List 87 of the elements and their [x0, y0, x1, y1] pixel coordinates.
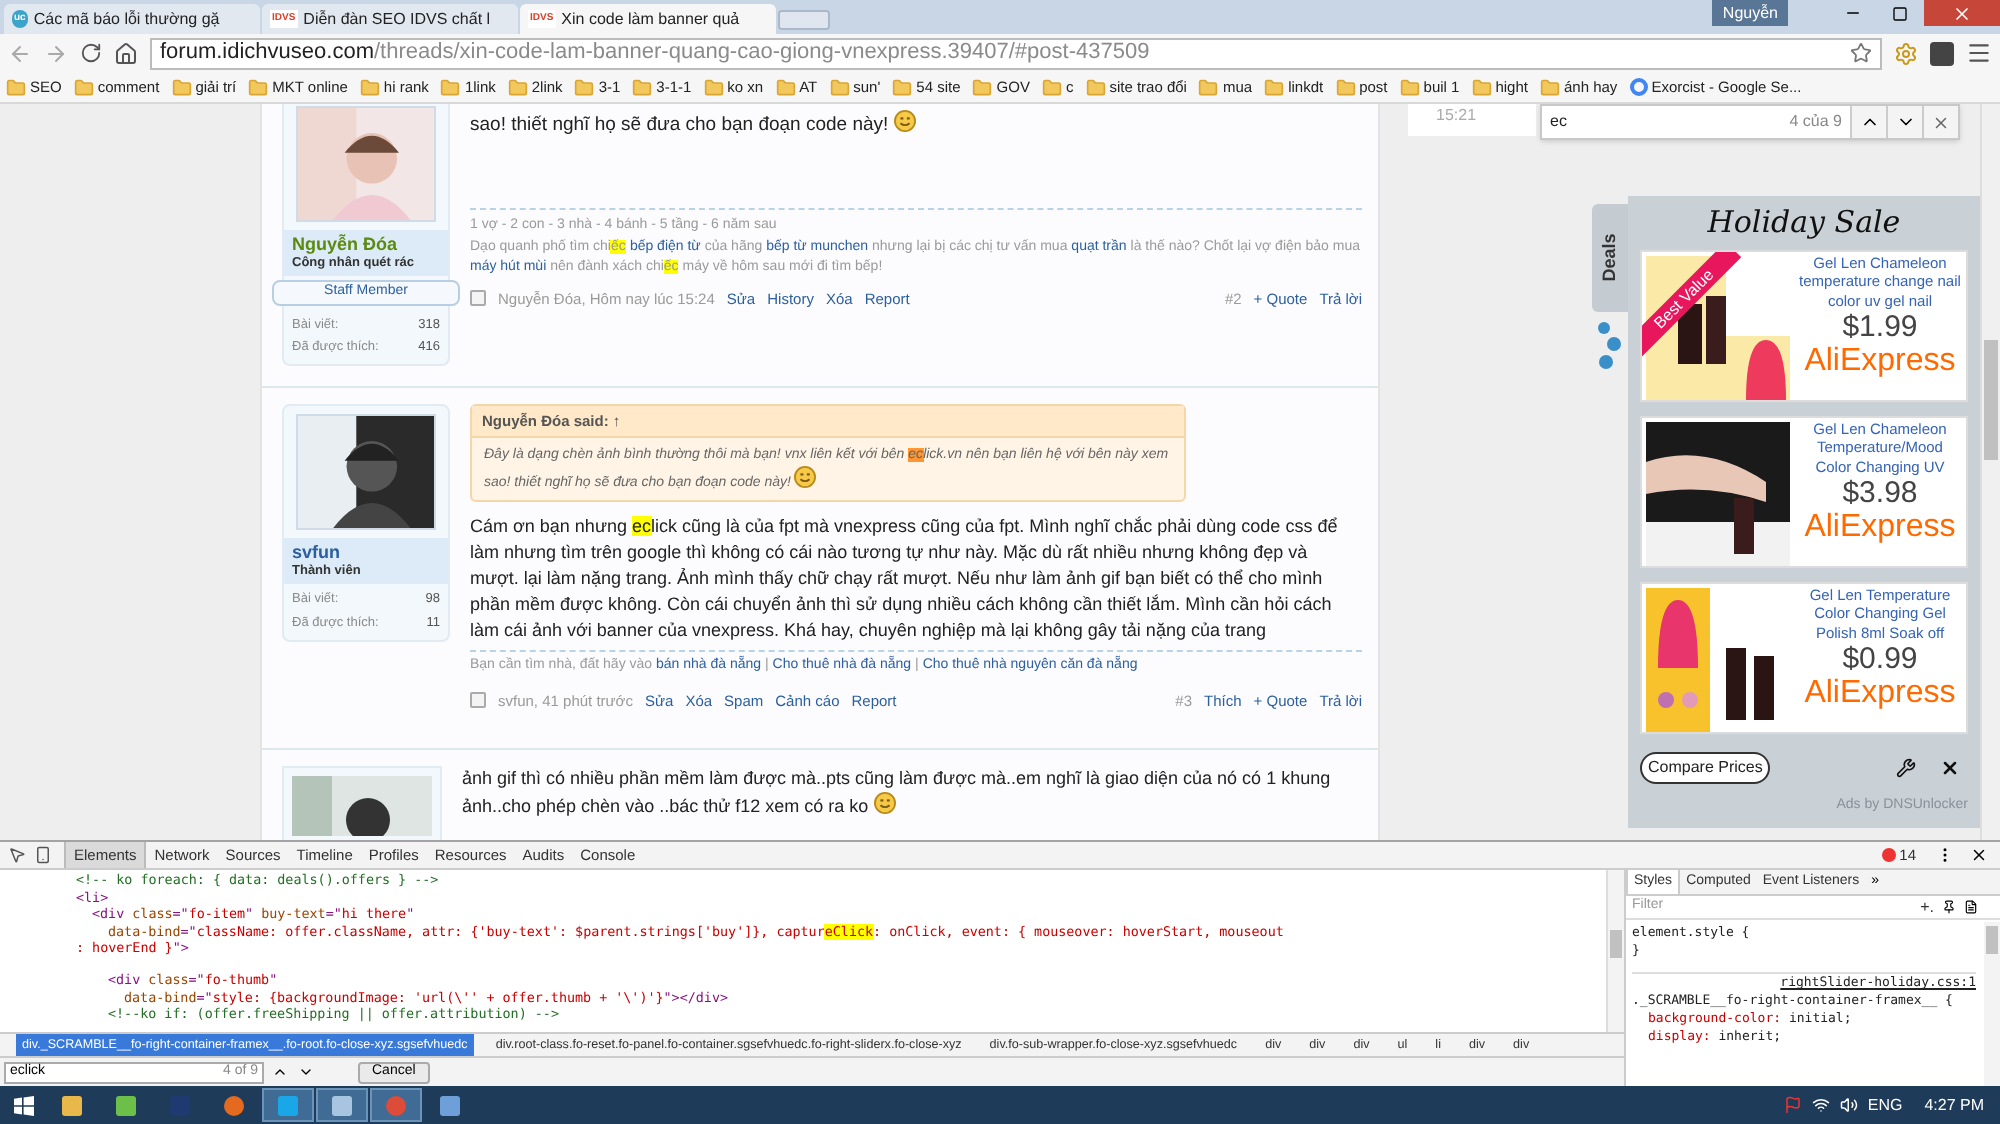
folder-icon [632, 77, 653, 97]
maximize-icon [1892, 5, 1908, 21]
close-icon[interactable] [1940, 757, 1960, 777]
language-indicator[interactable]: ENG [1867, 1093, 1903, 1117]
scrollbar[interactable] [1984, 922, 2000, 1086]
clock[interactable]: 4:27 PM [1924, 1093, 1984, 1117]
smiley-icon [873, 792, 896, 814]
app-icon [330, 1093, 354, 1117]
smiley-icon [794, 466, 817, 489]
find-count: 4 của 9 [1789, 110, 1842, 134]
folder-icon [507, 77, 528, 97]
folder-icon [73, 77, 94, 97]
address-field[interactable]: forum.idichvuseo.com/threads/xin-code-lam-banner-quang-cao-giong-vnexpress.39407/#post-437509 [150, 37, 1882, 69]
app-icon [384, 1093, 408, 1117]
volume-icon[interactable] [1839, 1096, 1858, 1114]
network-icon[interactable] [1811, 1096, 1830, 1114]
close-icon [1952, 3, 1972, 23]
flag-icon[interactable] [1783, 1096, 1802, 1114]
folder-icon [1198, 77, 1219, 97]
compare-prices-button[interactable]: Compare Prices [1640, 751, 1771, 783]
find-field[interactable]: ec 4 của 9 [1542, 106, 1850, 138]
folder-icon [703, 77, 724, 97]
select-checkbox[interactable] [470, 692, 486, 709]
tab-title: Xin code làm banner quả [561, 7, 740, 31]
chevron-up-icon [272, 1064, 288, 1080]
profile-button[interactable]: Nguyễn [1712, 0, 1788, 26]
store-name: AliExpress [1804, 510, 1956, 544]
error-icon [1881, 848, 1896, 862]
folder-icon [6, 77, 26, 97]
app-icon [438, 1093, 462, 1117]
folder-icon [1085, 77, 1106, 97]
tab-title: Diễn đàn SEO IDVS chất l [303, 7, 491, 31]
folder-icon [248, 77, 269, 97]
post-body: sao! thiết nghĩ họ sẽ đưa cho bạn đoạn code này! [470, 110, 1362, 141]
settings-icon[interactable] [1896, 757, 1916, 777]
page-icon[interactable] [1964, 900, 1978, 914]
store-name: AliExpress [1804, 344, 1956, 378]
folder-icon [440, 77, 461, 97]
home-icon[interactable] [114, 41, 138, 65]
deal-price: $0.99 [1842, 642, 1918, 676]
folder-icon [1335, 77, 1356, 97]
app-icon [222, 1093, 246, 1117]
smiley-icon [893, 110, 916, 132]
menu-icon[interactable] [1966, 40, 1992, 66]
folder-icon [171, 77, 192, 97]
taskbar-app[interactable] [316, 1088, 368, 1122]
chevron-down-icon [298, 1064, 314, 1080]
deals-title: Holiday Sale [1705, 202, 1903, 244]
folder-icon [892, 77, 913, 97]
folder-icon [1264, 77, 1285, 97]
user-name[interactable]: svfun [292, 542, 440, 564]
new-rule-button[interactable]: +. [1920, 895, 1934, 919]
folder-icon [829, 77, 850, 97]
folder-icon [972, 77, 993, 97]
deals-tab[interactable]: Deals [1592, 204, 1628, 312]
post-body: ảnh gif thì có nhiều phần mềm làm được mà..pts cũng làm được mà..em nghĩ là giao diện của nó có 1 khung ảnh..cho phép chèn vào ..bác thử f12 xem có ra ko [462, 766, 1333, 820]
reload-icon[interactable] [80, 42, 102, 64]
back-icon[interactable] [8, 41, 32, 65]
pin-icon[interactable] [1942, 900, 1956, 914]
deal-price: $1.99 [1842, 310, 1918, 344]
folder-icon [359, 77, 380, 97]
folder-icon [775, 77, 796, 97]
app-icon [114, 1093, 138, 1117]
search-highlight: ec [631, 516, 651, 537]
deal-price: $3.98 [1842, 476, 1918, 510]
inspect-icon[interactable] [8, 846, 26, 864]
bookmark-star-icon[interactable] [1850, 42, 1872, 64]
windows-logo-icon [14, 1095, 34, 1115]
folder-icon [1399, 77, 1420, 97]
folder-icon [1041, 77, 1062, 97]
scrollbar[interactable] [1980, 104, 2000, 840]
close-icon[interactable] [1970, 846, 1988, 864]
store-name: AliExpress [1804, 676, 1956, 710]
forward-icon[interactable] [44, 41, 68, 65]
device-mode-icon[interactable] [34, 846, 52, 864]
app-icon [276, 1093, 300, 1117]
scrollbar[interactable] [1606, 870, 1624, 1032]
folder-icon [1539, 77, 1560, 97]
time-label: 15:21 [1408, 104, 1536, 136]
folder-icon [60, 1093, 84, 1117]
folder-icon [1471, 77, 1492, 97]
tab-title: Các mã báo lỗi thường gặ [33, 7, 220, 31]
google-icon [1629, 78, 1648, 96]
post-body: Cám ơn bạn nhưng eclick cũng là của fpt mà vnexpress cũng của fpt. Mình nghĩ chắc phải dùng code css để làm nhưng tìm trên google thì không có cái nào tương tự như này. Mặc dù rất nhiều nhưng không đẹp và mượt. lại làm nặng trang. Ảnh mình thấy chữ chạy rất mượt. Nếu như làm ảnh gif bạn biết có thể cho mình phần mềm được không. Còn cái chuyển ảnh thì sử dụng nhiều cách không cần thiết lắm. Mình cần hỏi cách làm cái ảnh với banner của vnexpress. Khá hay, chuyên nghiệp mà lại không gây tải nặng của trang [470, 514, 1340, 645]
close-icon [1932, 113, 1950, 131]
folder-icon [574, 77, 595, 97]
select-checkbox[interactable] [470, 290, 486, 307]
